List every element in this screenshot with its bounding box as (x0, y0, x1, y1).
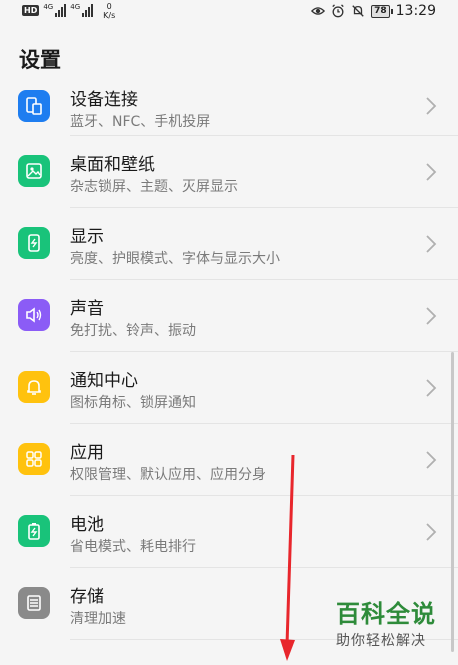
settings-item-subtitle: 亮度、护眼模式、字体与显示大小 (70, 251, 280, 267)
settings-item-subtitle: 蓝牙、NFC、手机投屏 (70, 114, 211, 130)
signal-label-1: 4G (43, 3, 54, 11)
hd-badge: HD (22, 5, 40, 16)
settings-item-subtitle: 清理加速 (70, 611, 126, 627)
storage-icon (18, 587, 50, 619)
network-speed-value: 0 (106, 2, 112, 11)
signal-strength-icon-2: 4G (70, 3, 94, 17)
display-icon (18, 227, 50, 259)
scrollbar[interactable] (451, 352, 454, 652)
network-speed: 0 K/s (103, 2, 115, 20)
settings-item-title: 通知中心 (70, 371, 138, 391)
settings-item-subtitle: 杂志锁屏、主题、灭屏显示 (70, 179, 238, 195)
chevron-right-icon (426, 451, 437, 469)
settings-list: 设备连接 蓝牙、NFC、手机投屏 桌面和壁纸 杂志锁屏、主题、灭屏显示 显示 亮… (0, 80, 458, 640)
clock: 13:29 (395, 3, 436, 19)
signal-label-2: 4G (70, 3, 81, 11)
status-bar: HD 4G 4G 0 K/s 78 13:29 (0, 0, 458, 24)
settings-item-display[interactable]: 显示 亮度、护眼模式、字体与显示大小 (0, 208, 458, 280)
bell-icon (18, 371, 50, 403)
settings-item-title: 显示 (70, 227, 104, 247)
battery-indicator: 78 (371, 4, 393, 18)
settings-item-subtitle: 省电模式、耗电排行 (70, 539, 196, 555)
settings-item-subtitle: 图标角标、锁屏通知 (70, 395, 196, 411)
wallpaper-icon (18, 155, 50, 187)
sound-icon (18, 299, 50, 331)
battery-icon (18, 515, 50, 547)
network-speed-unit: K/s (103, 11, 116, 20)
page-title: 设置 (19, 48, 61, 72)
silent-icon (352, 5, 364, 17)
settings-item-title: 桌面和壁纸 (70, 155, 155, 175)
watermark-title: 百科全说 (336, 600, 436, 628)
settings-item-title: 电池 (70, 515, 104, 535)
settings-item-apps[interactable]: 应用 权限管理、默认应用、应用分身 (0, 424, 458, 496)
status-left: HD 4G 4G 0 K/s (22, 2, 115, 20)
settings-item-battery[interactable]: 电池 省电模式、耗电排行 (0, 496, 458, 568)
settings-item-title: 声音 (70, 299, 104, 319)
device-connect-icon (18, 90, 50, 122)
settings-item-subtitle: 权限管理、默认应用、应用分身 (70, 467, 266, 483)
status-right: 78 13:29 (311, 3, 436, 19)
settings-item-subtitle: 免打扰、铃声、振动 (70, 323, 196, 339)
settings-item-desktop-wallpaper[interactable]: 桌面和壁纸 杂志锁屏、主题、灭屏显示 (0, 136, 458, 208)
watermark: 百科全说 助你轻松解决 (336, 600, 446, 650)
chevron-right-icon (426, 307, 437, 325)
settings-item-title: 设备连接 (70, 90, 138, 110)
chevron-right-icon (426, 379, 437, 397)
chevron-right-icon (426, 163, 437, 181)
settings-item-title: 应用 (70, 443, 104, 463)
settings-item-device-connection[interactable]: 设备连接 蓝牙、NFC、手机投屏 (0, 80, 458, 136)
watermark-subtitle: 助你轻松解决 (336, 633, 426, 649)
settings-item-notification-center[interactable]: 通知中心 图标角标、锁屏通知 (0, 352, 458, 424)
chevron-right-icon (426, 97, 437, 115)
apps-grid-icon (18, 443, 50, 475)
alarm-icon (332, 4, 344, 18)
eye-comfort-icon (311, 7, 326, 15)
signal-strength-icon: 4G (43, 3, 67, 17)
chevron-right-icon (426, 523, 437, 541)
annotation-arrow (280, 455, 295, 661)
settings-item-sound[interactable]: 声音 免打扰、铃声、振动 (0, 280, 458, 352)
settings-item-title: 存储 (70, 587, 104, 607)
chevron-right-icon (426, 235, 437, 253)
